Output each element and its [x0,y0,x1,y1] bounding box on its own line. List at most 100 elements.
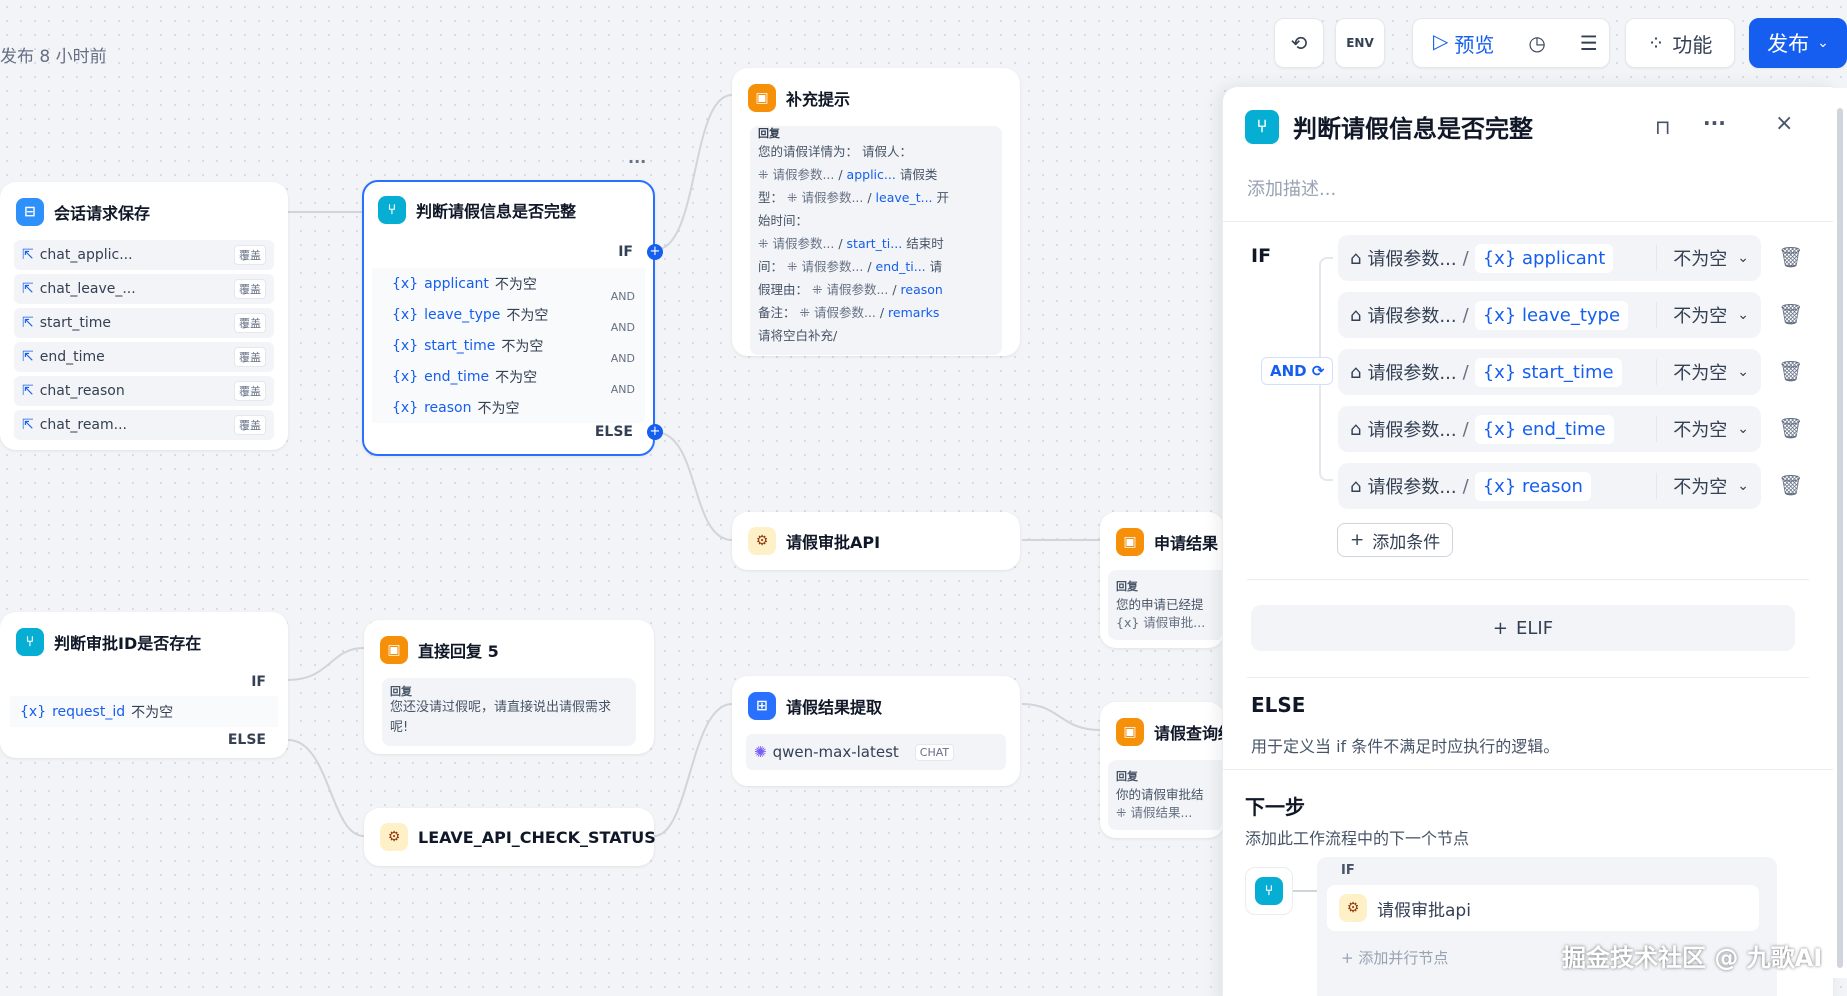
more-icon[interactable]: ··· [628,152,646,171]
description-input[interactable]: 添加描述... [1247,175,1336,201]
node-title: 申请结果 [1154,534,1219,553]
cond-var: start_time [1521,361,1614,383]
node-judge-id[interactable]: ⑂ 判断审批ID是否存在 IF {x} request_id 不为空 ELSE [0,612,288,758]
operator-select[interactable]: 不为空 ⌄ [1656,302,1749,328]
chip-text: 请假参数... [772,236,835,251]
add-if-branch-button[interactable]: + [647,244,663,260]
add-parallel-button[interactable]: + 添加并行节点 [1341,947,1448,968]
node-apply-result[interactable]: ▣ 申请结果 回复 您的申请已经提 {x} 请假审批... [1100,512,1224,648]
publish-button[interactable]: 发布 ⌄ [1749,18,1847,68]
condition-row: {x} leave_type 不为空 [372,299,645,330]
close-icon[interactable]: × [1775,111,1793,136]
node-check-status[interactable]: ⚙ LEAVE_API_CHECK_STATUS [364,808,656,866]
operator-label: 不为空 [1673,477,1728,498]
cond-var: leave_type [424,306,501,323]
condition-row[interactable]: ⌂ 请假参数... / {x} start_time 不为空 ⌄ [1338,349,1761,395]
node-direct-reply[interactable]: ▣ 直接回复 5 回复 您还没请过假呢，请直接说出请假需求呢! [364,620,654,754]
condition-row: {x} start_time 不为空 [372,330,645,361]
trash-icon[interactable]: 🗑 [1778,416,1803,440]
preview-group: ▷ 预览 ◷ ☰ [1412,18,1610,68]
reply-text: 请 [929,259,943,274]
branch-icon: ⑂ [1255,877,1283,905]
publish-label: 发布 [1767,32,1810,56]
operator-select[interactable]: 不为空 ⌄ [1656,416,1749,442]
node-leave-api[interactable]: ⚙ 请假审批API [732,512,1020,570]
home-icon: ⌂ [1350,475,1362,497]
and-label: AND [610,290,635,303]
status-badge: 覆盖 [234,381,266,401]
edge-else-to-api [654,431,733,541]
trash-icon[interactable]: 🗑 [1778,302,1803,326]
node-judge-info[interactable]: ⑂ 判断请假信息是否完整 IF {x} applicant 不为空 {x} leave_… [362,180,663,456]
item-label: chat_ream... [39,417,128,433]
condition-row[interactable]: ⌂ 请假参数... / {x} applicant 不为空 ⌄ [1338,235,1761,281]
chip-var: reason [900,282,943,297]
panel-scrollbar[interactable] [1833,88,1847,978]
next-branch-box: IF ⚙ 请假审批api + 添加并行节点 [1317,857,1777,996]
home-icon: ⌂ [1350,418,1362,440]
watermark: 掘金技术社区 @ 九歌AI [1562,944,1823,972]
chat-toggle-button[interactable]: ⟲ [1274,18,1324,68]
scrollbar-thumb[interactable] [1837,108,1843,968]
variable-icon: {x} [392,275,419,292]
variable-icon: {x} [1482,475,1517,497]
model-row[interactable]: ✺ qwen-max-latest CHAT [746,734,1006,770]
model-icon: ✺ [754,743,767,761]
reply-text: 您还没请过假呢，请直接说出请假需求呢! [390,700,612,735]
extractor-icon: ⊞ [748,692,776,720]
condition-row[interactable]: ⌂ 请假参数... / {x} reason 不为空 ⌄ [1338,463,1761,509]
node-query-result[interactable]: ▣ 请假查询结 回复 你的请假审批结 ⁜ 请假结果... [1100,702,1224,838]
condition-row[interactable]: ⌂ 请假参数... / {x} leave_type 不为空 ⌄ [1338,292,1761,338]
env-button[interactable]: ENV [1335,18,1385,68]
trash-icon[interactable]: 🗑 [1778,245,1803,269]
trash-icon[interactable]: 🗑 [1778,359,1803,383]
more-icon[interactable]: ··· [1703,111,1726,135]
list-item: ⇱ chat_leave_... 覆盖 [14,274,274,304]
reply-label: 回复 [758,127,780,140]
next-node-item[interactable]: ⚙ 请假审批api [1327,885,1759,931]
plus-icon: + [1492,617,1508,639]
cond-var: reason [424,399,472,416]
model-tag: CHAT [914,743,955,761]
cond-op: 不为空 [506,307,549,324]
chip-text: 请假参数... [801,190,864,205]
features-button[interactable]: ⁘ 功能 [1625,18,1735,68]
history-icon[interactable]: ◷ [1528,31,1545,55]
checklist-icon[interactable]: ☰ [1580,31,1598,55]
features-icon: ⁘ [1647,31,1665,55]
if-label: IF [1251,245,1272,267]
node-supplement[interactable]: ▣ 补充提示 回复 您的请假详情为： 请假人： ⁜ 请假参数... / appli… [732,68,1020,356]
condition-row: {x} reason 不为空 [372,392,645,423]
else-description: 用于定义当 if 条件不满足时应执行的逻辑。 [1251,737,1560,756]
operator-label: 不为空 [1673,306,1728,327]
node-session-save[interactable]: ⊟ 会话请求保存 ⇱ chat_applic... 覆盖 ⇱ chat_leave_..… [0,182,288,450]
add-else-branch-button[interactable]: + [647,424,663,440]
logic-toggle[interactable]: AND ⟳ [1261,357,1334,385]
node-title: 判断请假信息是否完整 [416,202,577,221]
node-settings-panel: ⑂ 判断请假信息是否完整 ⊓ ··· × 添加描述... IF AND ⟳ ⌂ 请假… [1222,86,1834,996]
operator-select[interactable]: 不为空 ⌄ [1656,245,1749,271]
reply-icon: ▣ [1116,528,1144,556]
condition-row: {x} applicant 不为空 [372,268,645,299]
chip-text: 请假参数... [813,305,876,320]
book-icon[interactable]: ⊓ [1655,115,1671,139]
preview-button[interactable]: ▷ 预览 [1433,29,1494,58]
and-label: AND [610,321,635,334]
node-title: 请假查询结 [1154,724,1222,743]
chip-var: start_ti... [846,236,903,251]
add-elif-button[interactable]: + ELIF [1251,605,1795,651]
condition-row[interactable]: ⌂ 请假参数... / {x} end_time 不为空 ⌄ [1338,406,1761,452]
add-condition-button[interactable]: + 添加条件 [1337,523,1454,557]
home-icon: ⌂ [1350,361,1362,383]
logic-label: AND [1270,362,1307,380]
operator-select[interactable]: 不为空 ⌄ [1656,473,1749,499]
operator-select[interactable]: 不为空 ⌄ [1656,359,1749,385]
features-label: 功能 [1672,32,1713,57]
trash-icon[interactable]: 🗑 [1778,473,1803,497]
add-parallel-label: 添加并行节点 [1358,949,1449,967]
reply-text: 您的请假详情为： 请假人： [758,144,912,159]
node-result-extract[interactable]: ⊞ 请假结果提取 ✺ qwen-max-latest CHAT [732,676,1020,786]
cond-var: applicant [1521,247,1606,269]
variable-icon: ⇱ [22,417,34,433]
reply-text: 假理由： [758,282,809,297]
